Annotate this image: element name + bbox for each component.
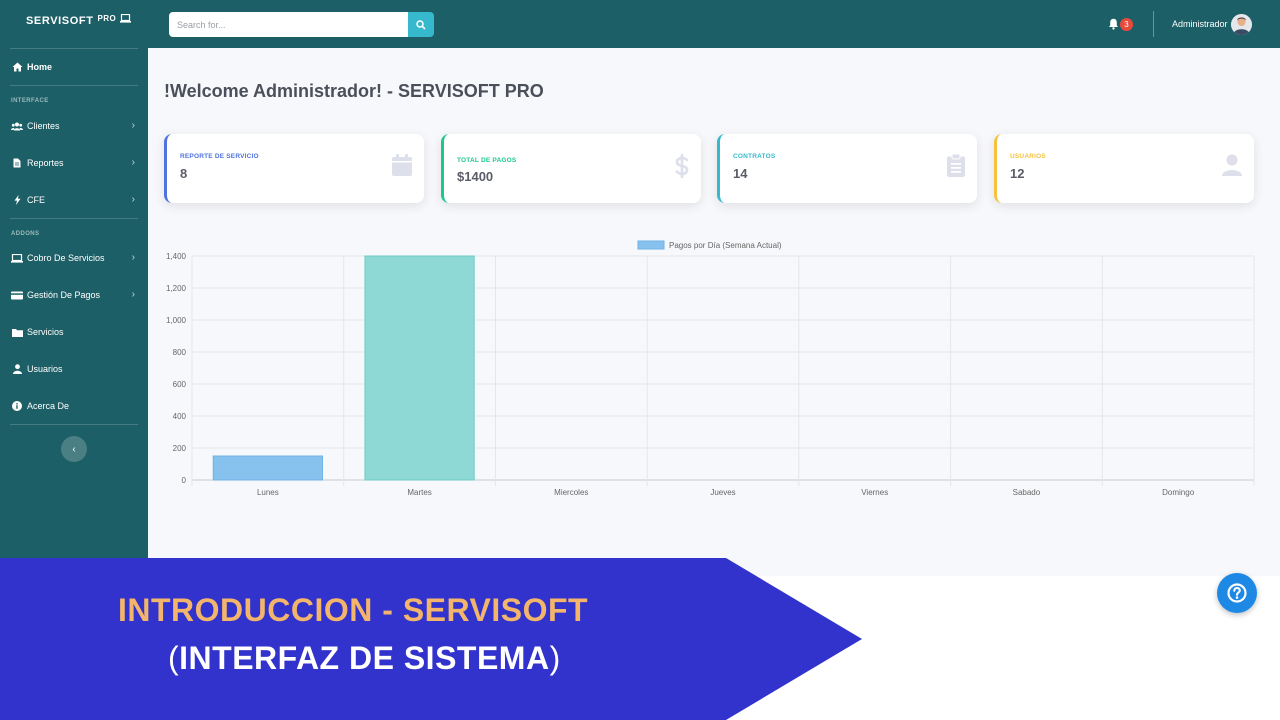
sidebar-item-label: Home	[27, 62, 53, 72]
sidebar-item-label: Gestión De Pagos	[27, 290, 101, 300]
sidebar-item-clientes[interactable]: Clientes ›	[11, 119, 139, 133]
sidebar-toggle-button[interactable]: ‹	[61, 436, 87, 462]
sidebar: Home INTERFACE Clientes › Reportes › CFE…	[0, 48, 148, 558]
brand-suffix: PRO	[97, 14, 117, 23]
chevron-right-icon: ›	[131, 289, 135, 300]
x-tick-label: Jueves	[710, 488, 735, 497]
y-tick-label: 1,000	[166, 316, 187, 325]
sidebar-item-label: Cobro De Servicios	[27, 253, 105, 263]
laptop-icon	[11, 252, 23, 264]
chevron-right-icon: ›	[131, 194, 135, 205]
sidebar-item-label: Acerca De	[27, 401, 70, 411]
sidebar-item-usuarios[interactable]: Usuarios	[11, 362, 139, 376]
laptop-icon	[120, 14, 132, 23]
chevron-right-icon: ›	[131, 252, 135, 263]
sidebar-item-label: Clientes	[27, 121, 60, 131]
x-tick-label: Lunes	[257, 488, 279, 497]
info-icon	[11, 400, 23, 412]
file-icon	[11, 157, 23, 169]
banner-paren-open: (	[168, 640, 180, 676]
y-tick-label: 600	[173, 380, 187, 389]
sidebar-item-home[interactable]: Home	[11, 60, 139, 74]
chevron-right-icon: ›	[131, 120, 135, 131]
folder-icon	[11, 326, 23, 338]
y-tick-label: 400	[173, 412, 187, 421]
y-tick-label: 1,200	[166, 284, 187, 293]
banner-subtitle: (INTERFAZ DE SISTEMA)	[168, 640, 561, 677]
main-content: !Welcome Administrador! - SERVISOFT PRO …	[148, 48, 1280, 576]
sidebar-item-label: Servicios	[27, 327, 64, 337]
sidebar-item-label: CFE	[27, 195, 45, 205]
top-navbar: SERVISOFT PRO 3 Administrador	[0, 0, 1280, 48]
sidebar-divider	[10, 85, 138, 86]
brand-logo[interactable]: SERVISOFT PRO	[26, 14, 132, 27]
bar-martes	[364, 255, 475, 481]
help-button[interactable]	[1217, 573, 1257, 613]
legend-swatch	[637, 240, 665, 250]
sidebar-item-label: Reportes	[27, 158, 64, 168]
sidebar-heading-addons: ADDONS	[11, 231, 40, 237]
sidebar-item-cfe[interactable]: CFE ›	[11, 193, 139, 207]
sidebar-item-gestion-de-pagos[interactable]: Gestión De Pagos ›	[11, 288, 139, 302]
sidebar-item-reportes[interactable]: Reportes ›	[11, 156, 139, 170]
sidebar-divider	[10, 424, 138, 425]
chevron-left-icon: ‹	[72, 443, 76, 455]
x-tick-label: Sabado	[1013, 488, 1041, 497]
search-button[interactable]	[408, 12, 434, 37]
topbar-divider	[1153, 11, 1154, 37]
bar-chart: 0 200 400 600 800 1,000 1,200 1,400 Lunes Martes M…	[166, 240, 1255, 497]
search-icon	[416, 19, 426, 30]
y-tick-label: 200	[173, 444, 187, 453]
search-bar	[169, 12, 434, 37]
x-tick-label: Miercoles	[554, 488, 588, 497]
y-tick-label: 800	[173, 348, 187, 357]
bell-icon	[1109, 18, 1118, 30]
sidebar-divider	[10, 48, 138, 49]
legend-label: Pagos por Día (Semana Actual)	[669, 241, 782, 250]
credit-card-icon	[11, 289, 23, 301]
banner-paren-close: )	[549, 640, 561, 676]
sidebar-item-servicios[interactable]: Servicios	[11, 325, 139, 339]
users-icon	[11, 120, 23, 132]
brand-name: SERVISOFT	[26, 15, 94, 27]
y-tick-label: 0	[182, 476, 187, 485]
banner-title: INTRODUCCION - SERVISOFT	[118, 592, 589, 628]
sidebar-heading-interface: INTERFACE	[11, 98, 49, 104]
notification-badge: 3	[1120, 18, 1133, 31]
y-tick-label: 1,400	[166, 252, 187, 261]
sidebar-item-label: Usuarios	[27, 364, 63, 374]
home-icon	[11, 61, 23, 73]
sidebar-divider	[10, 218, 138, 219]
x-tick-label: Viernes	[861, 488, 888, 497]
x-tick-label: Martes	[407, 488, 431, 497]
question-icon	[1227, 583, 1247, 603]
sidebar-item-cobro-de-servicios[interactable]: Cobro De Servicios ›	[11, 251, 139, 265]
search-input[interactable]	[169, 12, 408, 37]
sidebar-item-acerca-de[interactable]: Acerca De	[11, 399, 139, 413]
chevron-right-icon: ›	[131, 157, 135, 168]
x-tick-label: Domingo	[1162, 488, 1195, 497]
bolt-icon	[11, 194, 23, 206]
app-window: SERVISOFT PRO 3 Administrador	[0, 0, 1280, 720]
title-banner	[0, 558, 862, 720]
bar-lunes	[212, 455, 323, 481]
notifications-button[interactable]	[1108, 17, 1119, 35]
avatar[interactable]	[1231, 14, 1252, 35]
banner-subtitle-text: INTERFAZ DE SISTEMA	[179, 640, 550, 676]
user-avatar-icon	[1231, 14, 1252, 35]
user-icon	[11, 363, 23, 375]
user-name[interactable]: Administrador	[1172, 19, 1228, 29]
